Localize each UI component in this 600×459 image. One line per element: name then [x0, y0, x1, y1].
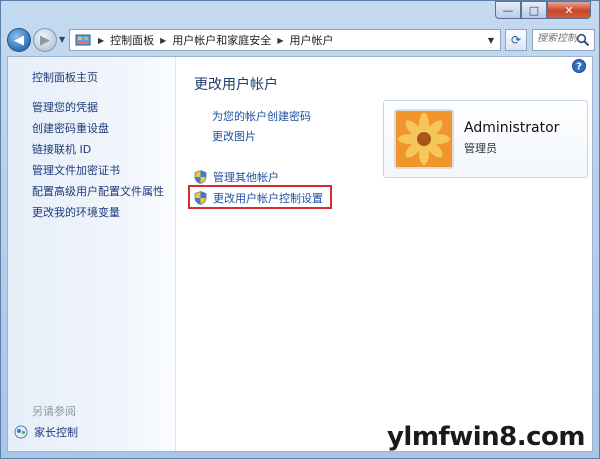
sidebar-item-advanced-profile-properties[interactable]: 配置高级用户配置文件属性: [32, 183, 164, 199]
control-panel-window: — □ ✕ ◀ ▶ ▼ ▶ 控制面板 ▶ 用户帐户和家庭安全 ▶ 用户帐户 ▼: [0, 0, 600, 459]
avatar[interactable]: [394, 109, 454, 169]
breadcrumb-separator-icon: ▶: [160, 35, 167, 45]
maximize-button[interactable]: □: [521, 1, 547, 19]
recent-pages-dropdown[interactable]: ▼: [59, 35, 65, 44]
flower-avatar-icon: [396, 111, 452, 167]
highlight-box: [188, 185, 332, 209]
breadcrumb-separator-icon: ▶: [98, 35, 105, 45]
close-button[interactable]: ✕: [547, 1, 591, 19]
control-panel-icon: [74, 33, 92, 47]
sidebar-item-parental-controls[interactable]: 家长控制: [14, 424, 78, 440]
caption-buttons: — □ ✕: [495, 1, 591, 19]
sidebar-item-home[interactable]: 控制面板主页: [32, 69, 98, 85]
sidebar-item-link-online-id[interactable]: 链接联机 ID: [32, 141, 91, 157]
content-area: 控制面板主页 管理您的凭据 创建密码重设盘 链接联机 ID 管理文件加密证书 配…: [7, 56, 593, 452]
see-also-heading: 另请参阅: [32, 405, 76, 418]
sidebar-item-password-reset-disk[interactable]: 创建密码重设盘: [32, 120, 109, 136]
sidebar-item-environment-variables[interactable]: 更改我的环境变量: [32, 204, 120, 220]
address-bar[interactable]: ▶ 控制面板 ▶ 用户帐户和家庭安全 ▶ 用户帐户 ▼: [69, 29, 501, 51]
sidebar: 控制面板主页 管理您的凭据 创建密码重设盘 链接联机 ID 管理文件加密证书 配…: [8, 57, 176, 451]
watermark: ylmfwin8.com: [386, 422, 586, 452]
parental-controls-label: 家长控制: [34, 426, 78, 439]
breadcrumb-separator-icon: ▶: [277, 35, 284, 45]
search-input[interactable]: [537, 33, 577, 44]
refresh-button[interactable]: ⟳: [505, 29, 527, 51]
manage-other-accounts-label: 管理其他帐户: [213, 171, 279, 184]
back-button[interactable]: ◀: [7, 28, 31, 52]
manage-other-accounts-link[interactable]: 管理其他帐户: [194, 169, 279, 185]
change-picture-link[interactable]: 更改图片: [212, 128, 256, 144]
user-account-card: Administrator 管理员: [383, 100, 588, 178]
user-role: 管理员: [464, 142, 497, 155]
help-icon[interactable]: ?: [572, 59, 586, 73]
sidebar-item-file-encryption-certificates[interactable]: 管理文件加密证书: [32, 162, 120, 178]
breadcrumb-control-panel[interactable]: 控制面板: [110, 32, 154, 48]
breadcrumb-user-accounts-family-safety[interactable]: 用户帐户和家庭安全: [172, 32, 271, 48]
address-dropdown-icon[interactable]: ▼: [488, 36, 494, 45]
user-name: Administrator: [464, 120, 560, 136]
search-icon[interactable]: [576, 33, 590, 47]
search-box[interactable]: [532, 29, 595, 51]
main-panel: ? 更改用户帐户 为您的帐户创建密码 更改图片 管理其他帐户 更改用户帐户控制设…: [176, 57, 592, 451]
svg-text:?: ?: [576, 62, 582, 73]
uac-shield-icon: [194, 170, 207, 184]
parental-controls-icon: [14, 425, 28, 439]
minimize-button[interactable]: —: [495, 1, 521, 19]
forward-button[interactable]: ▶: [33, 28, 57, 52]
create-password-link[interactable]: 为您的帐户创建密码: [212, 108, 311, 124]
breadcrumb-user-accounts[interactable]: 用户帐户: [289, 32, 333, 48]
page-title: 更改用户帐户: [194, 77, 278, 93]
navigation-bar: ◀ ▶ ▼ ▶ 控制面板 ▶ 用户帐户和家庭安全 ▶ 用户帐户 ▼ ⟳: [7, 27, 595, 53]
sidebar-item-manage-credentials[interactable]: 管理您的凭据: [32, 99, 98, 115]
